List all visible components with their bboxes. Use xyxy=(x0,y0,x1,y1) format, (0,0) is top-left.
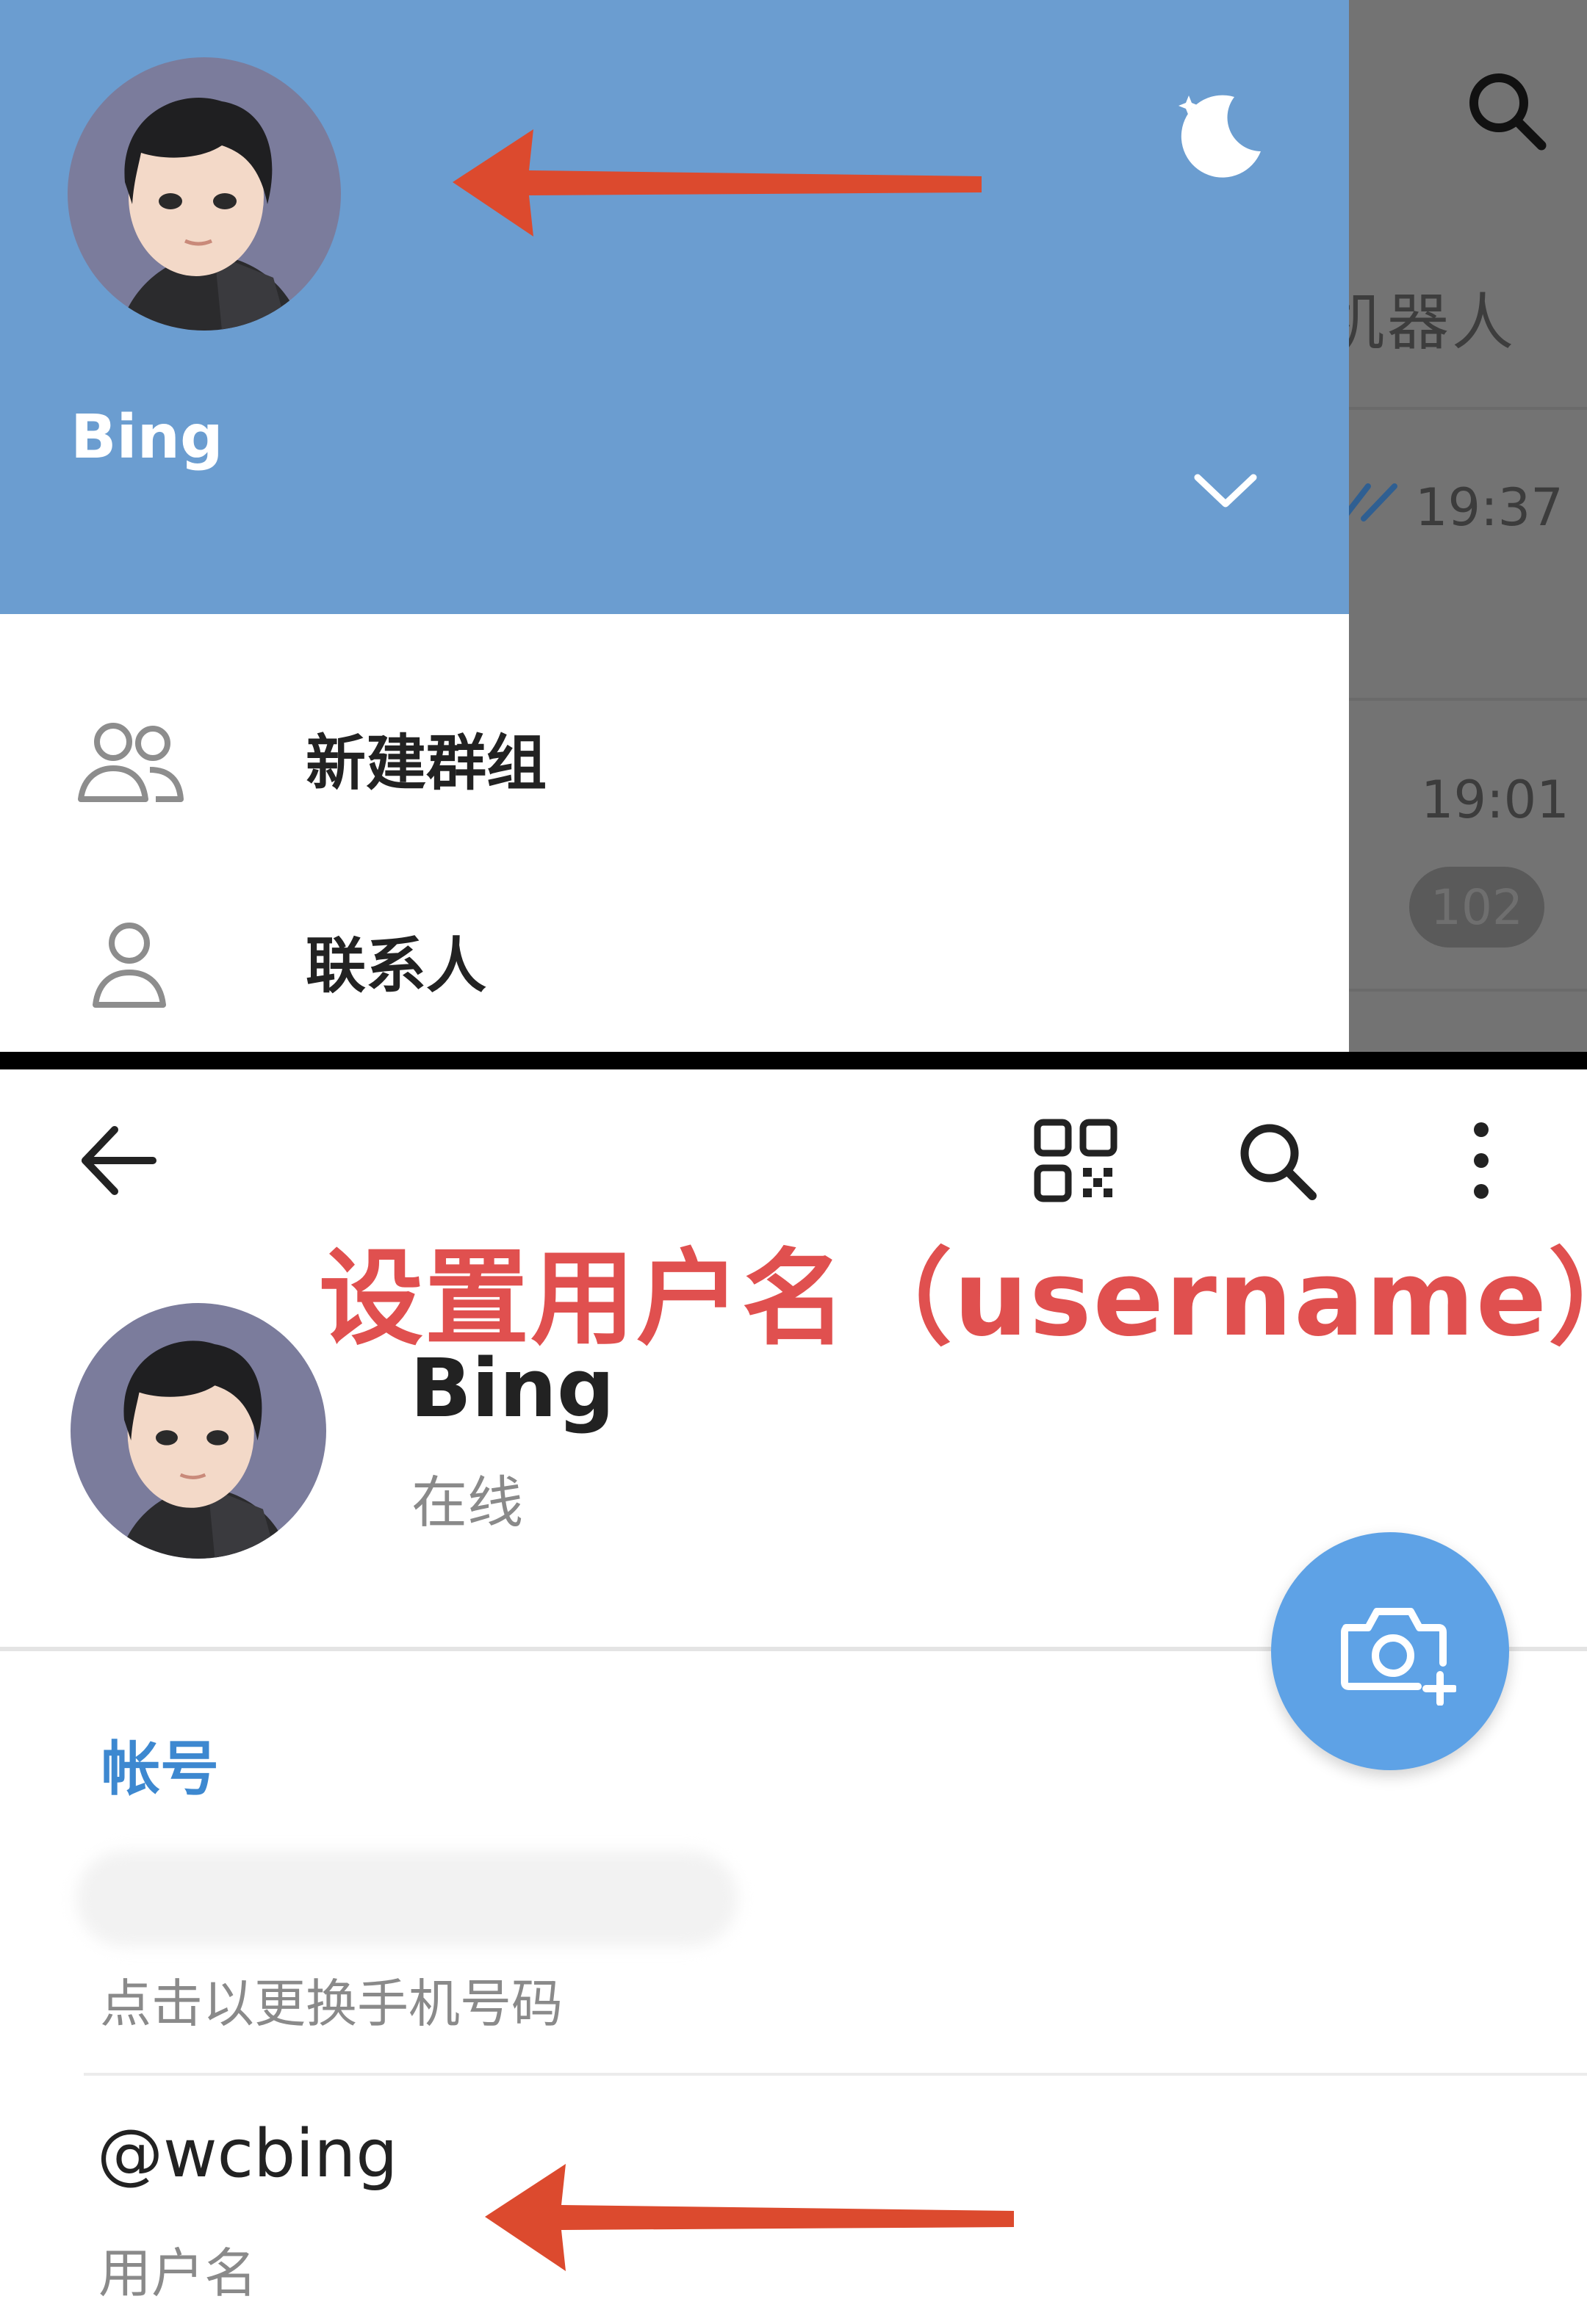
online-status: 在线 xyxy=(411,1470,523,1535)
search-icon[interactable] xyxy=(1233,1116,1321,1205)
chat-time: 19:01 xyxy=(1421,770,1569,830)
back-arrow-icon[interactable] xyxy=(76,1116,165,1205)
menu-item-contacts[interactable]: 联系人 xyxy=(0,856,1349,1047)
chat-list-divider xyxy=(1349,698,1587,701)
qr-code-icon[interactable] xyxy=(1032,1116,1120,1205)
row-divider xyxy=(84,2073,1587,2076)
avatar[interactable] xyxy=(68,57,341,331)
avatar-illustration xyxy=(71,1303,326,1559)
drawer-header: Bing xyxy=(0,0,1349,614)
chat-list-title: 机器人 xyxy=(1322,286,1517,358)
menu-item-label: 联系人 xyxy=(306,931,487,1001)
username-value[interactable]: @wcbing xyxy=(97,2115,397,2193)
avatar[interactable] xyxy=(71,1303,326,1559)
contact-icon xyxy=(93,923,166,1008)
camera-add-icon xyxy=(1341,1608,1456,1706)
chevron-down-icon[interactable] xyxy=(1189,461,1262,520)
group-icon xyxy=(78,723,184,802)
drawer-screenshot: 机器人 19:37 19:01 102 Bing 新建群组 联系人 xyxy=(0,0,1587,1052)
chat-time: 19:37 xyxy=(1415,477,1563,538)
menu-item-new-group[interactable]: 新建群组 xyxy=(0,654,1349,845)
unread-badge: 102 xyxy=(1409,867,1544,948)
moon-icon[interactable] xyxy=(1167,84,1270,187)
chat-list-divider xyxy=(1349,989,1587,992)
set-photo-button[interactable] xyxy=(1271,1532,1509,1770)
avatar-illustration xyxy=(68,57,341,331)
phone-number-redacted[interactable] xyxy=(76,1851,738,1946)
annotation-arrow xyxy=(453,129,982,237)
profile-name: Bing xyxy=(71,403,223,472)
chat-list-divider xyxy=(1349,407,1587,410)
navigation-drawer: Bing 新建群组 联系人 xyxy=(0,0,1349,1052)
phone-hint: 点击以更换手机号码 xyxy=(100,1974,563,2034)
annotation-arrow xyxy=(485,2164,1014,2271)
username-label: 用户名 xyxy=(98,2242,258,2304)
section-title: 帐号 xyxy=(101,1735,219,1803)
screenshot-separator xyxy=(0,1052,1587,1069)
search-icon[interactable] xyxy=(1462,66,1550,154)
profile-screenshot: 设置用户名（username） Bing 在线 帐号 点击以更换手机号码 @wc… xyxy=(0,1069,1587,2324)
profile-name: Bing xyxy=(410,1341,615,1435)
menu-item-label: 新建群组 xyxy=(306,729,547,798)
more-vertical-icon[interactable] xyxy=(1452,1116,1511,1205)
